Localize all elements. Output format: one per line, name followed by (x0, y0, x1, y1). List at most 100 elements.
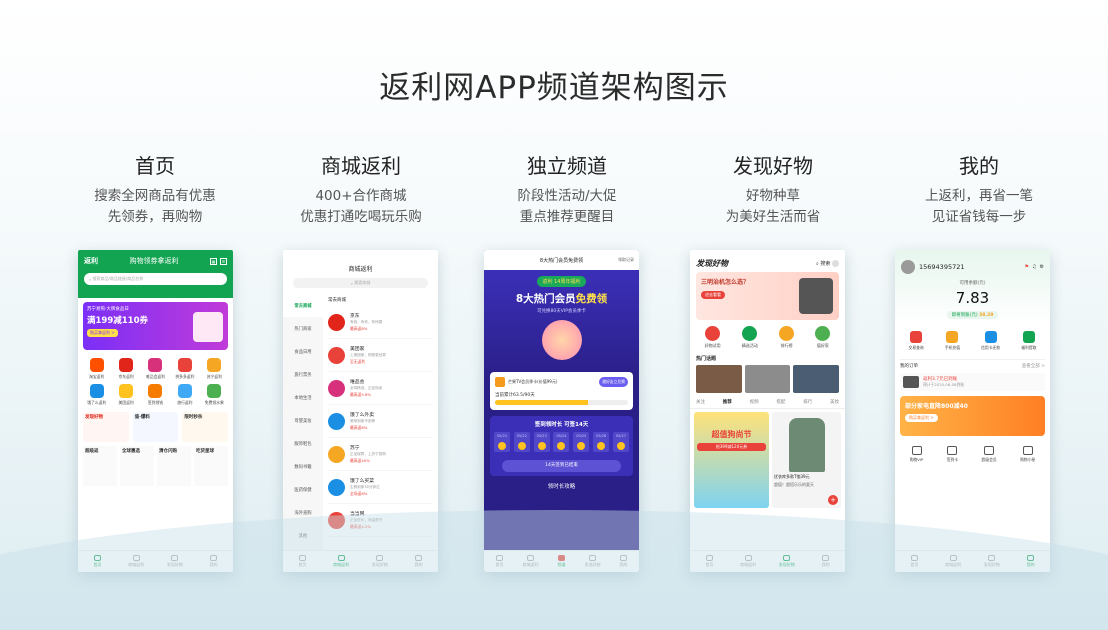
tab-channel[interactable]: 频道 (546, 551, 577, 572)
category-item[interactable]: 食品日用 (283, 340, 323, 363)
home-banner[interactable]: 苏宁易购·大牌食品日 满199减110券 购买拿返利 > (83, 302, 228, 350)
content-tab[interactable]: 视频 (750, 399, 759, 405)
tab-discover[interactable]: 发现好物 (768, 551, 807, 572)
ad-button[interactable]: 购买拿返利 > (905, 414, 938, 422)
banner-button[interactable]: 进去看看 (701, 291, 725, 299)
tab-mall[interactable]: 商城返利 (515, 551, 546, 572)
service-item[interactable]: 购物VIP (910, 446, 923, 463)
record-link[interactable]: 领取记录 (618, 257, 634, 263)
category-item[interactable]: 常去商城 (283, 294, 323, 317)
search-icon[interactable]: ⌕ (816, 261, 819, 267)
discover-shortcut[interactable]: 好物试用 (705, 326, 721, 349)
grid-item[interactable]: 拼多多返利 (170, 358, 199, 380)
content-tab[interactable]: 推荐 (723, 399, 732, 405)
content-tab[interactable]: 搭配 (776, 399, 785, 405)
promo-card[interactable]: 发现好物 (83, 412, 129, 442)
tab-mine[interactable]: 我的 (194, 551, 233, 572)
add-icon[interactable]: + (828, 495, 838, 505)
tab-mine[interactable]: 我的 (1011, 551, 1050, 572)
service-item[interactable]: 超级会员 (982, 446, 997, 463)
grid-item[interactable]: 淘宝返利 (82, 358, 111, 380)
avatar[interactable] (832, 260, 839, 267)
grid-item[interactable]: 旅行返利 (170, 384, 199, 406)
tab-mine[interactable]: 我的 (399, 551, 438, 572)
category-item[interactable]: 本地生活 (283, 386, 323, 409)
promo-card[interactable]: 清仓闪购 (157, 446, 191, 486)
topic-card[interactable] (696, 365, 742, 393)
tab-home[interactable]: 首页 (895, 551, 934, 572)
grid-item[interactable]: 免费领水果 (200, 384, 229, 406)
service-icon[interactable]: ♫ (1032, 264, 1036, 270)
message-icon[interactable]: ✉ (220, 257, 227, 265)
promo-card[interactable]: 限时秒杀 (182, 412, 229, 442)
grid-item[interactable]: 苏宁返利 (200, 358, 229, 380)
category-item[interactable]: 其他 (283, 524, 323, 547)
tab-discover[interactable]: 发现好物 (361, 551, 400, 572)
topic-card[interactable] (744, 365, 791, 393)
search-input[interactable]: ⌕ 搜索商品/商品链接/商品名称 (84, 273, 227, 285)
tab-home[interactable]: 首页 (283, 551, 322, 572)
category-item[interactable]: 旅行票务 (283, 363, 323, 386)
ad-banner[interactable]: 部分家电直降800减40 购买拿返利 > (900, 396, 1045, 436)
promo-card[interactable]: 值·爆料 (132, 412, 179, 442)
promo-card[interactable]: 全球惠选 (120, 446, 154, 486)
settings-icon[interactable]: ⚙ (1040, 264, 1044, 270)
promo-card[interactable]: 超级返 (83, 446, 117, 486)
invite-button[interactable]: 邀好友立兑换 (599, 377, 628, 387)
flag-icon[interactable]: ⚑ (1025, 264, 1029, 270)
category-item[interactable]: 热门商家 (283, 317, 323, 340)
grid-item[interactable]: 签到领钱 (141, 384, 170, 406)
signin-finished-button[interactable]: 14天签到已结束 (502, 460, 621, 472)
grid-item[interactable]: 饿了么返利 (82, 384, 111, 406)
mine-shortcut[interactable]: 信用卡还款 (981, 331, 1000, 351)
shop-item[interactable]: 京东 有我，有你，有惊喜 最高返8% (328, 306, 433, 339)
mine-shortcut[interactable]: 交易查询 (909, 331, 924, 351)
tab-home[interactable]: 首页 (484, 551, 515, 572)
search-input[interactable]: ⌕ 搜索商城 (293, 278, 428, 288)
service-item[interactable]: 购物小秘 (1020, 446, 1035, 463)
grid-item[interactable]: 京东返利 (111, 358, 140, 380)
discover-shortcut[interactable]: 值好家 (815, 326, 831, 349)
shop-item[interactable]: 饿了么买菜 生鲜到家30分钟达 全场返8% (328, 471, 433, 504)
feed-card[interactable]: 超值狗尚节 抢399减120元券 (694, 412, 769, 508)
category-item[interactable]: 海外直购 (283, 501, 323, 524)
tab-home[interactable]: 首页 (78, 551, 117, 572)
search-label[interactable]: 搜索 (820, 260, 830, 267)
category-item[interactable]: 医药保健 (283, 478, 323, 501)
tab-mine[interactable]: 我的 (608, 551, 639, 572)
category-item[interactable]: 数码书籍 (283, 455, 323, 478)
content-tab[interactable]: 排行 (803, 399, 812, 405)
tab-mall[interactable]: 商城返利 (322, 551, 361, 572)
topic-card[interactable] (793, 365, 840, 393)
grid-item[interactable]: 美团返利 (111, 384, 140, 406)
tab-discover[interactable]: 发现好物 (577, 551, 608, 572)
tab-discover[interactable]: 发现好物 (156, 551, 195, 572)
tab-mall[interactable]: 商城返利 (117, 551, 156, 572)
tab-mall[interactable]: 商城返利 (729, 551, 768, 572)
tab-discover[interactable]: 发现好物 (973, 551, 1012, 572)
mine-shortcut[interactable]: 福利提取 (1021, 331, 1036, 351)
discover-banner[interactable]: 三明治机怎么选？ 进去看看 (696, 272, 839, 320)
content-tab[interactable]: 关注 (696, 399, 705, 405)
feed-card[interactable]: 优衣库多款T恤39元 超值！超搭乐乐的夏天 + (772, 412, 841, 508)
order-item[interactable]: 返利3.7元已到账 预计于2020-06-08到账 (900, 373, 1045, 391)
shop-item[interactable]: 当当网 正品低价，海量图书 最高返4.2% (328, 504, 433, 537)
avatar[interactable] (901, 260, 915, 274)
content-tab[interactable]: 美妆 (830, 399, 839, 405)
banner-button[interactable]: 购买拿返利 > (87, 329, 118, 337)
service-item[interactable]: 签到卡 (947, 446, 958, 463)
tab-mine[interactable]: 我的 (806, 551, 845, 572)
grid-icon[interactable]: ▦ (210, 257, 217, 265)
category-item[interactable]: 服饰鞋包 (283, 432, 323, 455)
orders-more-link[interactable]: 查看全部 > (1022, 363, 1045, 369)
mine-shortcut[interactable]: 手机充值 (945, 331, 960, 351)
tab-mall[interactable]: 商城返利 (934, 551, 973, 572)
grid-item[interactable]: 唯品会返利 (141, 358, 170, 380)
shop-item[interactable]: 饿了么外卖 美味到家不用等 最高返8% (328, 405, 433, 438)
discover-shortcut[interactable]: 排行榜 (779, 326, 795, 349)
discover-shortcut[interactable]: 精选活动 (742, 326, 758, 349)
shop-item[interactable]: 美团家 上美团家，购物更划算 至无返利 (328, 339, 433, 372)
shop-item[interactable]: 唯品会 全球精选，正品特卖 最高返5.6% (328, 372, 433, 405)
promo-card[interactable]: 吃货星球 (194, 446, 228, 486)
shop-item[interactable]: 苏宁 正品保障，上苏宁易购 最高返40% (328, 438, 433, 471)
